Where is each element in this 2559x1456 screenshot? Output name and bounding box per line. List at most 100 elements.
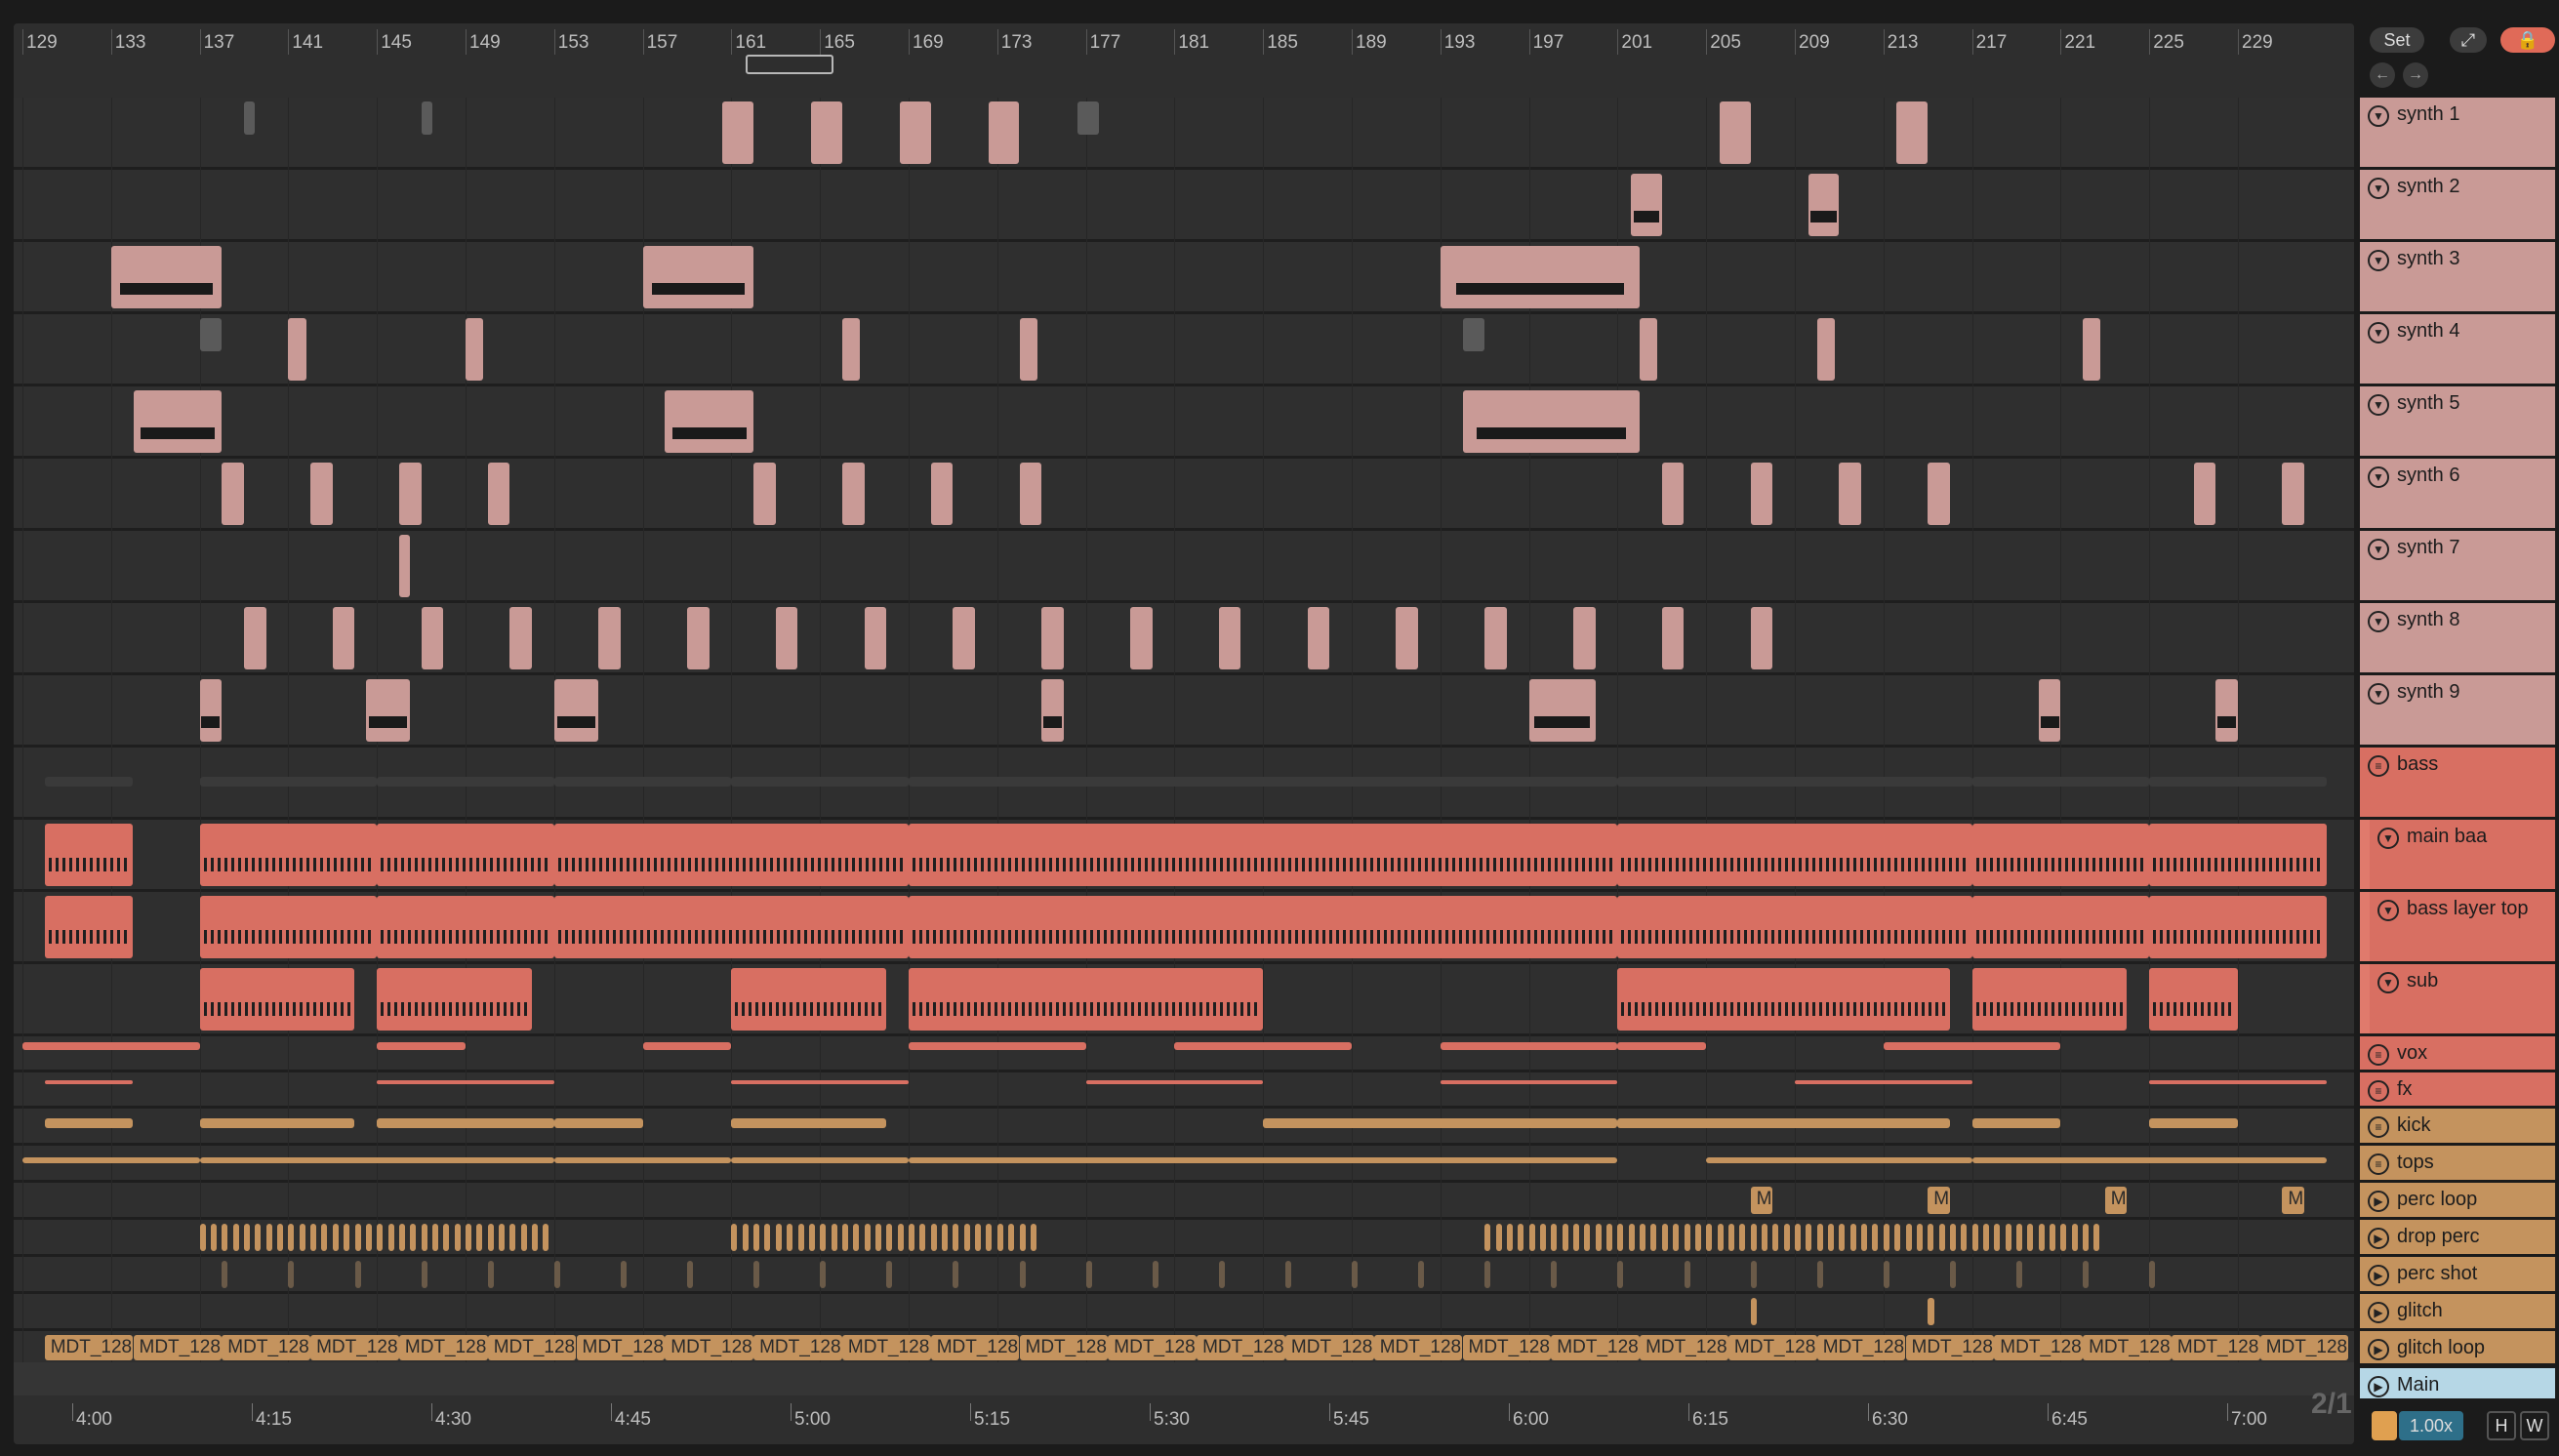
clip[interactable] xyxy=(1761,1224,1767,1251)
clip[interactable] xyxy=(1739,1224,1746,1251)
clip[interactable] xyxy=(1928,1298,1934,1325)
clip[interactable] xyxy=(44,777,134,787)
clip[interactable] xyxy=(1573,1224,1579,1251)
group-icon[interactable]: ≡ xyxy=(2368,1153,2389,1175)
clip[interactable] xyxy=(1706,1157,1972,1163)
clip[interactable] xyxy=(897,1224,904,1251)
track-header-synth-1[interactable]: ▼ synth 1 xyxy=(2360,98,2555,170)
lane-main-baa[interactable] xyxy=(14,820,2354,892)
clip[interactable] xyxy=(299,1224,305,1251)
clip[interactable] xyxy=(520,1224,527,1251)
clip[interactable] xyxy=(199,1224,206,1251)
clip[interactable] xyxy=(953,607,976,669)
track-header-bass-layer-top[interactable]: ▼ bass layer top xyxy=(2360,892,2555,964)
clip[interactable] xyxy=(899,101,931,164)
clip[interactable] xyxy=(1041,679,1064,742)
clip[interactable] xyxy=(909,1042,1086,1050)
track-header-glitch-loop[interactable]: ▶ glitch loop xyxy=(2360,1331,2555,1366)
arrangement-canvas[interactable]: 129 133 137 141 145 149 153 157 161 165 169 173 177 1… xyxy=(14,23,2354,1444)
expand-icon[interactable]: ⤢ xyxy=(2450,27,2487,53)
lane-kick[interactable] xyxy=(14,1109,2354,1146)
clip[interactable] xyxy=(2149,777,2327,787)
clip[interactable] xyxy=(1894,1224,1901,1251)
clip[interactable] xyxy=(1085,1080,1264,1084)
lane-bass-layer-top[interactable] xyxy=(14,892,2354,964)
clip[interactable] xyxy=(487,1261,494,1288)
clip[interactable] xyxy=(1218,607,1241,669)
clip[interactable] xyxy=(1352,1261,1358,1288)
clip[interactable] xyxy=(1617,824,1972,886)
clip[interactable] xyxy=(1518,1224,1524,1251)
clip[interactable] xyxy=(909,777,1618,787)
clip[interactable]: MDT_128 xyxy=(1108,1335,1198,1360)
clip[interactable] xyxy=(377,824,554,886)
clip[interactable] xyxy=(332,1224,339,1251)
clip[interactable] xyxy=(553,777,732,787)
set-button[interactable]: Set xyxy=(2370,27,2424,53)
clip[interactable] xyxy=(387,1224,394,1251)
clip[interactable]: MDT_128 xyxy=(1373,1335,1463,1360)
clip[interactable] xyxy=(44,1080,134,1084)
clip[interactable] xyxy=(1617,1261,1624,1288)
play-icon[interactable]: ▶ xyxy=(2368,1191,2389,1212)
track-header-main-baa[interactable]: ▼ main baa xyxy=(2360,820,2555,892)
clip[interactable] xyxy=(2038,1224,2045,1251)
clip[interactable] xyxy=(210,1224,217,1251)
clip[interactable]: MDT_128 xyxy=(1019,1335,1109,1360)
clip[interactable] xyxy=(2071,1224,2078,1251)
clip[interactable] xyxy=(2149,1080,2327,1084)
clip[interactable] xyxy=(1307,607,1330,669)
clip[interactable] xyxy=(1661,1224,1668,1251)
clip[interactable] xyxy=(2083,1261,2090,1288)
lane-perc-loop[interactable]: MMMM xyxy=(14,1183,2354,1220)
clip[interactable] xyxy=(1085,1261,1092,1288)
clip[interactable] xyxy=(731,1157,909,1163)
clip[interactable] xyxy=(310,463,333,525)
clip[interactable] xyxy=(1706,1224,1713,1251)
clip[interactable] xyxy=(1982,1224,1989,1251)
h-button[interactable]: H xyxy=(2487,1411,2516,1440)
fold-down-icon[interactable]: ▼ xyxy=(2368,539,2389,560)
clip[interactable]: MDT_128 xyxy=(398,1335,488,1360)
clip[interactable] xyxy=(1484,1224,1491,1251)
clip[interactable] xyxy=(543,1224,549,1251)
clip[interactable] xyxy=(620,1261,627,1288)
group-icon[interactable]: ≡ xyxy=(2368,1080,2389,1102)
clip[interactable]: M xyxy=(1928,1187,1950,1214)
track-header-tops[interactable]: ≡ tops xyxy=(2360,1146,2555,1183)
clip[interactable]: MDT_128 xyxy=(1727,1335,1817,1360)
track-header-vox[interactable]: ≡ vox xyxy=(2360,1036,2555,1072)
track-header-Main[interactable]: ▶ Main xyxy=(2360,1368,2555,1401)
clip[interactable]: MDT_128 xyxy=(2259,1335,2349,1360)
fold-down-icon[interactable]: ▼ xyxy=(2368,683,2389,705)
clip[interactable] xyxy=(1440,1080,1618,1084)
clip[interactable]: MDT_128 xyxy=(1994,1335,2084,1360)
clip[interactable] xyxy=(310,1224,317,1251)
clip[interactable] xyxy=(2093,1224,2100,1251)
clip[interactable] xyxy=(288,1261,295,1288)
clip[interactable] xyxy=(808,1224,815,1251)
clip[interactable] xyxy=(344,1224,350,1251)
clip[interactable] xyxy=(853,1224,860,1251)
clip[interactable] xyxy=(1008,1224,1015,1251)
clip[interactable] xyxy=(1839,463,1862,525)
clip[interactable] xyxy=(1650,1224,1657,1251)
track-header-fx[interactable]: ≡ fx xyxy=(2360,1072,2555,1109)
track-header-synth-9[interactable]: ▼ synth 9 xyxy=(2360,675,2555,748)
clip[interactable]: MDT_128 xyxy=(2171,1335,2260,1360)
clip[interactable]: MDT_128 xyxy=(753,1335,842,1360)
clip[interactable] xyxy=(975,1224,982,1251)
clip[interactable] xyxy=(1528,679,1596,742)
clip[interactable] xyxy=(841,318,861,381)
clip[interactable] xyxy=(1418,1261,1425,1288)
clip[interactable] xyxy=(1462,390,1641,453)
clip[interactable] xyxy=(731,1118,887,1128)
clip[interactable] xyxy=(1816,1224,1823,1251)
clip[interactable] xyxy=(265,1224,272,1251)
group-icon[interactable]: ≡ xyxy=(2368,1044,2389,1066)
clip[interactable] xyxy=(820,1261,827,1288)
clip[interactable] xyxy=(1617,1042,1707,1050)
clip[interactable] xyxy=(1617,968,1950,1031)
clip[interactable] xyxy=(1883,1224,1889,1251)
clip[interactable] xyxy=(1795,1224,1801,1251)
